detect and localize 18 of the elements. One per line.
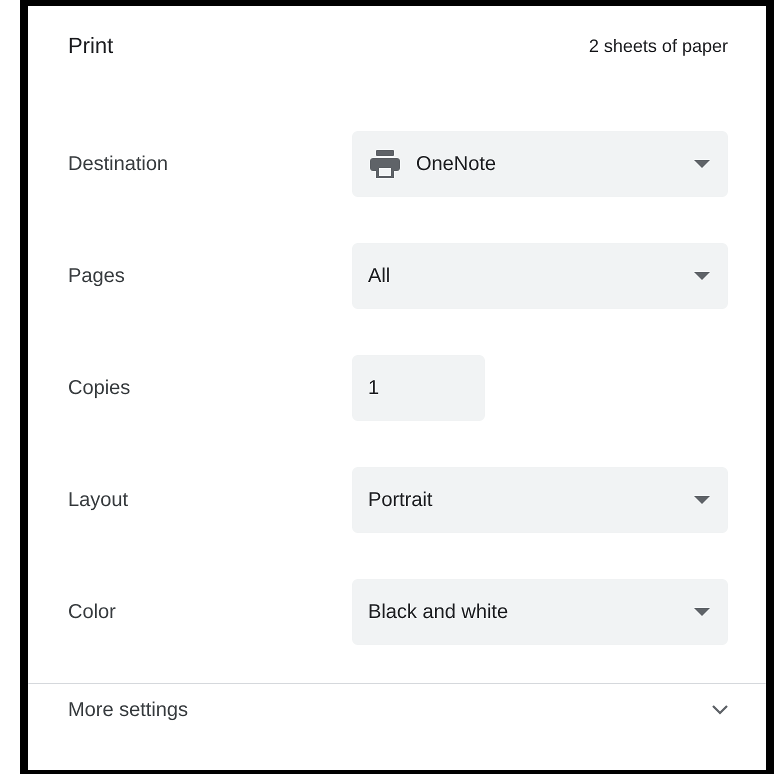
dropdown-select[interactable]: Portrait <box>352 467 728 533</box>
more-settings-toggle[interactable]: More settings <box>28 684 766 736</box>
dropdown-caret-icon <box>694 272 710 280</box>
setting-label: Destination <box>68 152 170 176</box>
dropdown-caret-icon <box>694 608 710 616</box>
setting-label: Layout <box>68 488 130 512</box>
sheet-count: 2 sheets of paper <box>588 36 728 56</box>
dropdown-caret-icon <box>694 496 710 504</box>
setting-label: Copies <box>68 376 132 400</box>
dropdown-select[interactable]: OneNote <box>352 131 728 197</box>
dialog-title: Print <box>68 33 114 59</box>
dropdown-select[interactable]: Black and white <box>352 579 728 645</box>
setting-label: Color <box>68 600 117 624</box>
number-input[interactable]: 1 <box>352 355 485 421</box>
printer-icon <box>368 148 402 180</box>
setting-label: Pages <box>68 264 126 288</box>
dropdown-select[interactable]: All <box>352 243 728 309</box>
dropdown-caret-icon <box>694 160 710 168</box>
